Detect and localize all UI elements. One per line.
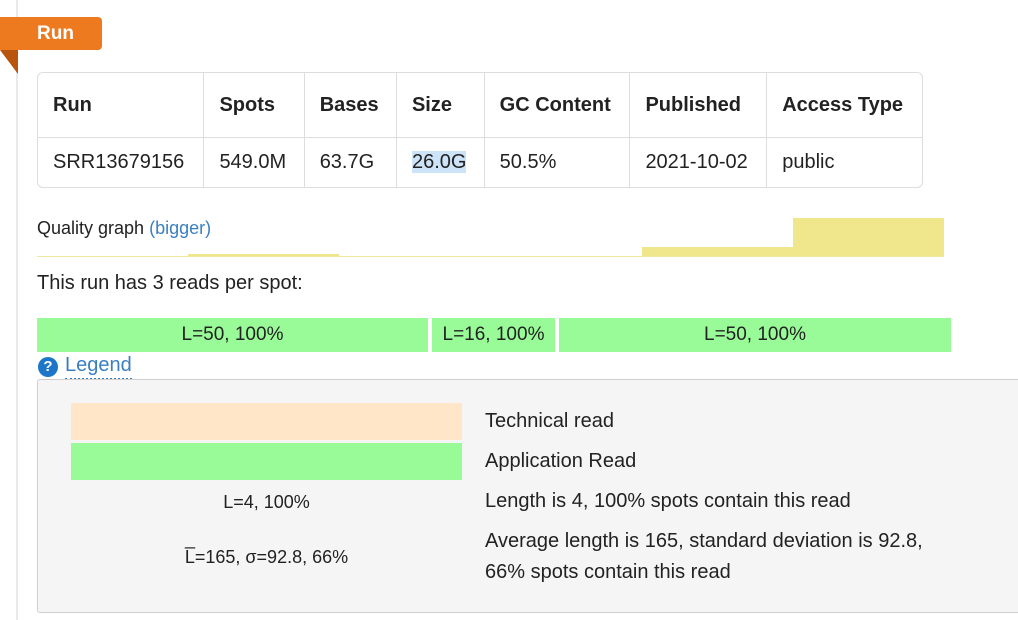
header-run: Run bbox=[38, 73, 205, 138]
quality-graph-title: Quality graph bbox=[37, 218, 145, 238]
read-bar-3: L=50, 100% bbox=[559, 318, 951, 352]
header-size: Size bbox=[396, 73, 485, 138]
technical-read-label: Technical read bbox=[485, 410, 614, 432]
legend-toggle[interactable]: ? Legend bbox=[38, 354, 132, 380]
cell-run: SRR13679156 bbox=[38, 138, 205, 187]
average-length-sample: L̅=165, σ=92.8, 66% bbox=[184, 547, 349, 567]
cell-gc-content: 50.5% bbox=[485, 138, 631, 187]
question-circle-icon: ? bbox=[38, 357, 58, 377]
application-read-label: Application Read bbox=[485, 450, 637, 472]
cell-published: 2021-10-02 bbox=[630, 138, 768, 187]
cell-bases: 63.7G bbox=[305, 138, 397, 187]
run-table: Run Spots Bases Size GC Content Publishe… bbox=[37, 72, 923, 188]
table-header-row: Run Spots Bases Size GC Content Publishe… bbox=[38, 73, 922, 138]
header-published: Published bbox=[630, 73, 768, 138]
cell-size: 26.0G bbox=[397, 138, 485, 187]
selected-size-text: 26.0G bbox=[411, 151, 467, 173]
run-section-tab: Run bbox=[0, 17, 102, 50]
average-length-description-line1: Average length is 165, standard deviatio… bbox=[485, 530, 923, 552]
table-row: SRR13679156 549.0M 63.7G 26.0G 50.5% 202… bbox=[38, 138, 922, 187]
header-bases: Bases bbox=[304, 73, 397, 138]
cell-spots: 549.0M bbox=[204, 138, 305, 187]
header-gc-content: GC Content bbox=[484, 73, 631, 138]
read-bar-2: L=16, 100% bbox=[432, 318, 555, 352]
quality-graph-label: Quality graph (bigger) bbox=[37, 218, 211, 239]
length-sample: L=4, 100% bbox=[223, 492, 310, 512]
tab-fold bbox=[0, 50, 18, 74]
header-access-type: Access Type bbox=[767, 73, 922, 138]
read-bar-1: L=50, 100% bbox=[37, 318, 428, 352]
quality-baseline bbox=[37, 256, 944, 257]
bigger-link[interactable]: (bigger) bbox=[149, 218, 211, 238]
quality-bar bbox=[793, 218, 944, 257]
legend-toggle-label: Legend bbox=[65, 354, 132, 380]
reads-per-spot-title: This run has 3 reads per spot: bbox=[37, 272, 303, 294]
left-border bbox=[16, 0, 18, 620]
header-spots: Spots bbox=[204, 73, 305, 138]
technical-read-swatch bbox=[71, 403, 462, 440]
cell-access-type: public bbox=[782, 151, 835, 173]
application-read-swatch bbox=[71, 443, 462, 480]
average-length-description-line2: 66% spots contain this read bbox=[485, 561, 731, 583]
length-description: Length is 4, 100% spots contain this rea… bbox=[485, 490, 851, 512]
